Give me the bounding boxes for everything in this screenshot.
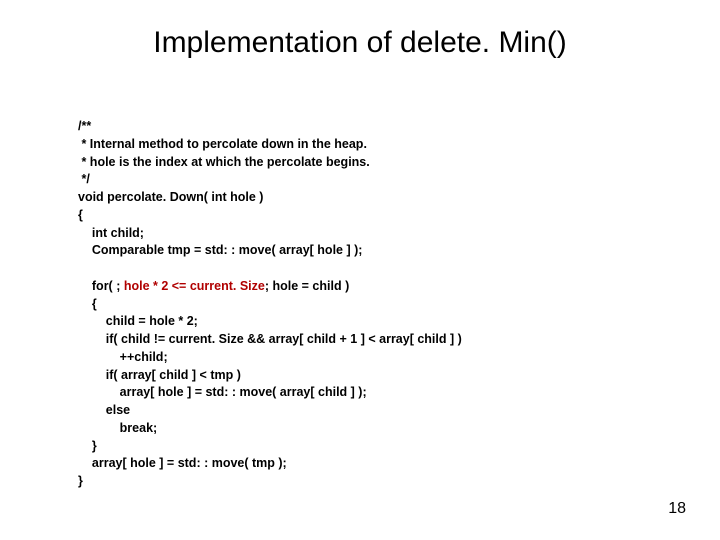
slide: Implementation of delete. Min() /** * In…	[0, 0, 720, 540]
page-number: 18	[668, 500, 686, 518]
code-line: ++child;	[78, 350, 168, 364]
code-line: {	[78, 208, 83, 222]
code-line: }	[78, 439, 97, 453]
code-line: if( child != current. Size && array[ chi…	[78, 332, 462, 346]
code-line-part: ; hole = child )	[265, 279, 349, 293]
code-line: }	[78, 474, 83, 488]
code-line: Comparable tmp = std: : move( array[ hol…	[78, 243, 362, 257]
code-block: /** * Internal method to percolate down …	[78, 118, 462, 491]
slide-title: Implementation of delete. Min()	[0, 26, 720, 60]
code-line: /**	[78, 119, 91, 133]
code-line: array[ hole ] = std: : move( tmp );	[78, 456, 287, 470]
code-line: array[ hole ] = std: : move( array[ chil…	[78, 385, 367, 399]
code-line: void percolate. Down( int hole )	[78, 190, 263, 204]
code-line: if( array[ child ] < tmp )	[78, 368, 241, 382]
code-highlight: hole * 2 <= current. Size	[124, 279, 265, 293]
code-line: {	[78, 297, 97, 311]
code-line: else	[78, 403, 130, 417]
code-line: * Internal method to percolate down in t…	[78, 137, 367, 151]
code-line: int child;	[78, 226, 144, 240]
code-line: */	[78, 172, 90, 186]
code-line-part: for( ;	[78, 279, 124, 293]
code-line: break;	[78, 421, 157, 435]
code-line: child = hole * 2;	[78, 314, 198, 328]
code-line: * hole is the index at which the percola…	[78, 155, 370, 169]
